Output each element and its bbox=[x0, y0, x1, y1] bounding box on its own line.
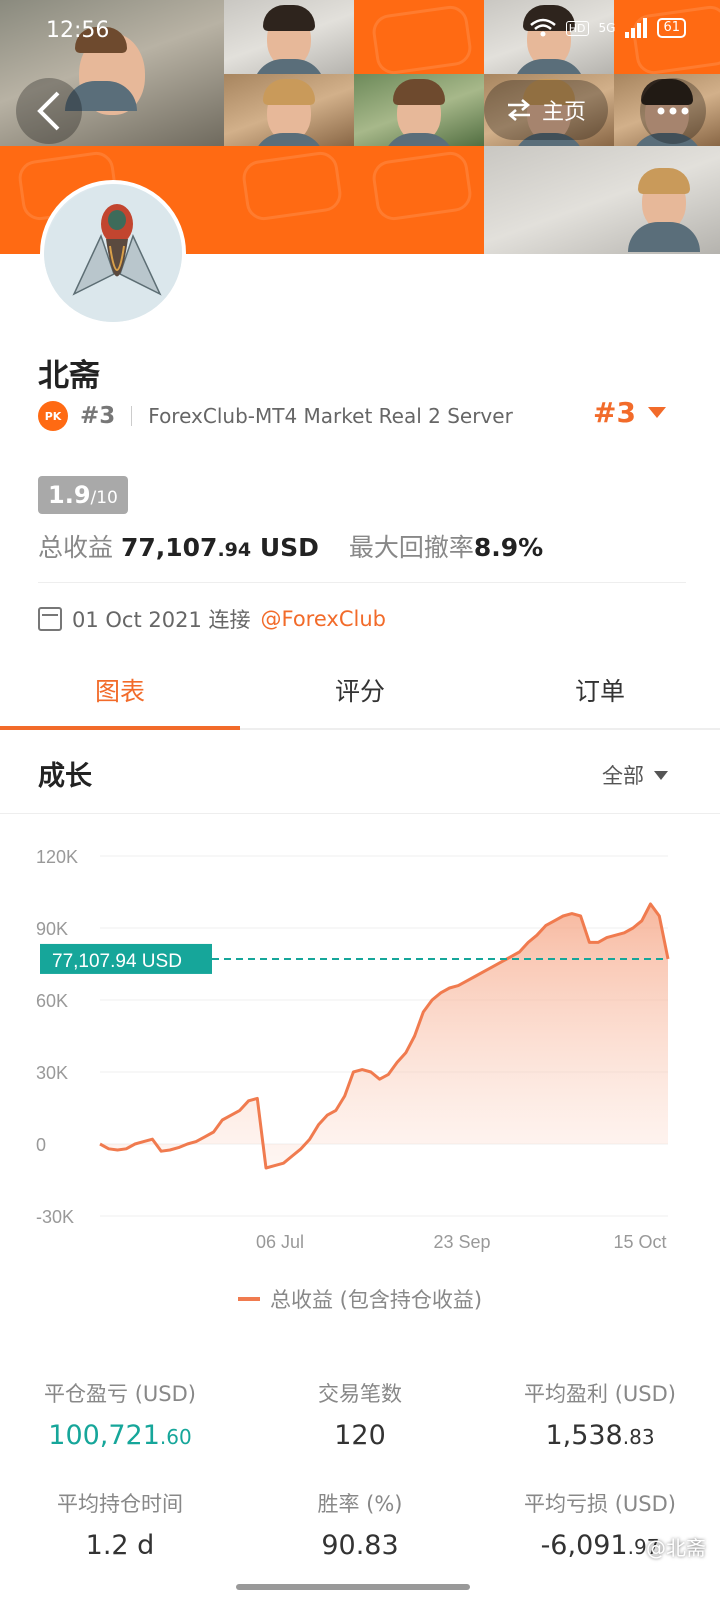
x-tick-label: 15 Oct bbox=[613, 1232, 666, 1252]
calendar-icon bbox=[38, 607, 62, 631]
range-dropdown[interactable]: 全部 bbox=[602, 760, 668, 790]
legend-label: 总收益 (包含持仓收益) bbox=[269, 1288, 483, 1312]
network-label: 5G bbox=[598, 21, 616, 35]
stat-avg-profit: 平均盈利 (USD) 1,538.83 bbox=[524, 1382, 676, 1451]
y-tick-label: 0 bbox=[36, 1135, 46, 1155]
score-max: /10 bbox=[90, 488, 118, 508]
server-name: ForexClub-MT4 Market Real 2 Server bbox=[148, 404, 513, 428]
drawdown-label: 最大回撤率 bbox=[348, 533, 474, 562]
caret-down-icon bbox=[648, 407, 666, 418]
profit-stats: 总收益 77,107.94 USD 最大回撤率8.9% bbox=[38, 528, 543, 564]
cicada-avatar-image bbox=[44, 184, 182, 322]
series-area bbox=[100, 904, 668, 1168]
swap-icon bbox=[507, 99, 531, 121]
home-button-label: 主页 bbox=[541, 100, 586, 125]
stat-win-rate: 胜率 (%) 90.83 bbox=[317, 1492, 403, 1561]
current-value-label: 77,107.94 USD bbox=[52, 951, 182, 972]
person-photo bbox=[383, 79, 455, 163]
growth-chart-svg: 120K 90K 60K 30K 0 -30K 77,107.94 USD 06 Jul 2… bbox=[36, 847, 670, 1252]
avatar[interactable] bbox=[40, 180, 186, 326]
tab-orders[interactable]: 订单 bbox=[480, 660, 720, 728]
more-dots-icon bbox=[657, 107, 689, 115]
trader-name: 北斋 bbox=[38, 358, 100, 394]
more-button[interactable] bbox=[640, 78, 706, 144]
total-profit-value: 77,107.94 USD bbox=[120, 533, 319, 562]
stat-trade-count: 交易笔数 120 bbox=[318, 1382, 402, 1451]
home-indicator[interactable] bbox=[236, 1584, 470, 1590]
score-badge: 1.9 /10 bbox=[38, 476, 128, 514]
cover-pattern bbox=[354, 146, 484, 254]
back-button[interactable] bbox=[16, 78, 82, 144]
total-profit-label: 总收益 bbox=[38, 533, 114, 562]
tab-chart[interactable]: 图表 bbox=[0, 660, 240, 730]
x-tick-label: 23 Sep bbox=[433, 1232, 490, 1252]
cover-photo bbox=[354, 74, 484, 163]
pk-icon: PK bbox=[38, 401, 68, 431]
y-tick-label: -30K bbox=[36, 1207, 74, 1227]
hd-icon: HD bbox=[565, 20, 589, 36]
legend-line-swatch bbox=[237, 1297, 260, 1301]
tab-rating[interactable]: 评分 bbox=[240, 660, 480, 728]
divider bbox=[38, 582, 686, 583]
watermark: @北斋 bbox=[646, 1536, 706, 1560]
divider bbox=[131, 406, 133, 426]
growth-chart[interactable]: 120K 90K 60K 30K 0 -30K 77,107.94 USD 06 Jul 2… bbox=[0, 820, 720, 1280]
cover-photo bbox=[224, 74, 354, 163]
rank-big-label: #3 bbox=[593, 396, 636, 429]
growth-header: 成长 全部 bbox=[0, 730, 720, 814]
connect-info: 01 Oct 2021 连接 @ForexClub bbox=[38, 604, 386, 634]
summary-stats: 平仓盈亏 (USD) 100,721.60 交易笔数 120 平均盈利 (USD… bbox=[0, 1372, 720, 1592]
range-label: 全部 bbox=[602, 764, 644, 788]
stat-avg-hold-time: 平均持仓时间 1.2 d bbox=[57, 1492, 183, 1561]
stat-closed-pnl: 平仓盈亏 (USD) 100,721.60 bbox=[44, 1382, 196, 1451]
rank-dropdown[interactable]: #3 bbox=[593, 396, 666, 429]
person-photo bbox=[628, 168, 700, 252]
chart-legend: 总收益 (包含持仓收益) bbox=[0, 1284, 720, 1314]
cover-photo bbox=[484, 146, 720, 254]
y-tick-label: 60K bbox=[36, 991, 68, 1011]
score-value: 1.9 bbox=[48, 481, 91, 509]
y-tick-label: 30K bbox=[36, 1063, 68, 1083]
status-time: 12:56 bbox=[46, 18, 110, 43]
chevron-left-icon bbox=[37, 91, 60, 131]
x-tick-label: 06 Jul bbox=[256, 1232, 304, 1252]
status-bar: 12:56 HD 5G 61 bbox=[0, 0, 720, 60]
growth-title: 成长 bbox=[38, 761, 92, 792]
person-photo bbox=[253, 79, 325, 163]
y-tick-label: 120K bbox=[36, 847, 78, 867]
drawdown-value: 8.9% bbox=[473, 533, 544, 562]
home-button[interactable]: 主页 bbox=[483, 80, 608, 140]
battery-icon: 61 bbox=[657, 18, 686, 38]
wifi-icon bbox=[529, 18, 556, 37]
status-icons: HD 5G 61 bbox=[529, 18, 686, 38]
rank-small: #3 bbox=[80, 403, 116, 429]
y-tick-label: 90K bbox=[36, 919, 68, 939]
caret-down-icon bbox=[654, 770, 668, 780]
rank-row: PK #3 ForexClub-MT4 Market Real 2 Server… bbox=[38, 396, 684, 436]
connect-date: 01 Oct 2021 连接 bbox=[72, 608, 251, 632]
broker-link[interactable]: @ForexClub bbox=[261, 607, 386, 631]
tab-bar: 图表 评分 订单 bbox=[0, 660, 720, 730]
cover-pattern bbox=[224, 146, 354, 254]
signal-icon bbox=[625, 18, 648, 38]
